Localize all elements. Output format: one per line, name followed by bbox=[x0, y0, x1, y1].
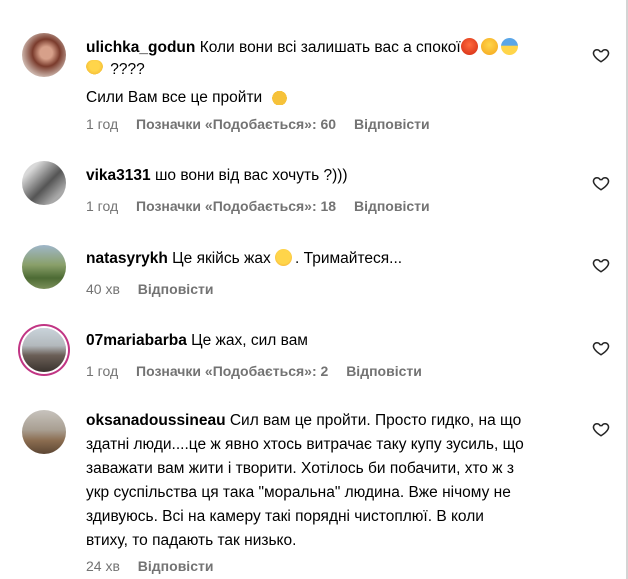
woman-gesturing-icon bbox=[86, 59, 103, 77]
heart-icon[interactable] bbox=[592, 46, 610, 64]
username[interactable]: natasyrykh bbox=[86, 250, 168, 267]
comment-text: natasyrykh Це якійсь жах . Тримайтеся... bbox=[86, 248, 576, 270]
comment-text: 07mariabarba Це жах, сил вам bbox=[86, 330, 576, 352]
reply-button[interactable]: Відповісти bbox=[346, 363, 422, 379]
heart-icon[interactable] bbox=[592, 339, 610, 357]
comment-text-line: Коли вони всі залишать вас а спокої bbox=[199, 39, 461, 56]
likes-count[interactable]: Позначки «Подобається»: 2 bbox=[136, 363, 328, 379]
avatar-story-ring[interactable] bbox=[22, 328, 66, 372]
comment-text-line: втиху, то падають так низько. bbox=[86, 532, 297, 549]
username[interactable]: 07mariabarba bbox=[86, 332, 187, 349]
comment-time[interactable]: 1 год bbox=[86, 198, 118, 214]
avatar[interactable] bbox=[22, 245, 66, 289]
comment-text-line: заважати вам жити і творити. Хотілось би… bbox=[86, 460, 514, 477]
likes-count[interactable]: Позначки «Подобається»: 18 bbox=[136, 198, 336, 214]
comment-text-line: Сили Вам все це пройти bbox=[86, 89, 263, 106]
reply-button[interactable]: Відповісти bbox=[354, 198, 430, 214]
comment-meta: 1 год Позначки «Подобається»: 60 Відпові… bbox=[86, 116, 444, 132]
comment-text: vika3131 шо вони від вас хочуть ?))) bbox=[86, 165, 576, 187]
comment-text-line: здивуюсь. Всі на камеру такі порядні чис… bbox=[86, 508, 484, 525]
flushed-face-icon bbox=[275, 249, 293, 266]
comment-meta: 1 год Позначки «Подобається»: 2 Відповіс… bbox=[86, 363, 436, 379]
comment-time[interactable]: 40 хв bbox=[86, 281, 120, 297]
heart-icon[interactable] bbox=[592, 256, 610, 274]
comment-text-line: здатні люди....це ж явно хтось витрачає … bbox=[86, 436, 524, 453]
reply-button[interactable]: Відповісти bbox=[138, 558, 214, 574]
likes-count[interactable]: Позначки «Подобається»: 60 bbox=[136, 116, 336, 132]
comment-text-line: Це якійсь жах bbox=[172, 250, 271, 267]
comment-text-line: Це жах, сил вам bbox=[191, 332, 308, 349]
comment-time[interactable]: 1 год bbox=[86, 363, 118, 379]
username[interactable]: ulichka_godun bbox=[86, 39, 195, 56]
folded-hands-icon bbox=[270, 88, 288, 105]
comment-text-line: шо вони від вас хочуть ?))) bbox=[154, 167, 348, 184]
heart-icon[interactable] bbox=[592, 420, 610, 438]
screaming-face-icon bbox=[500, 38, 518, 55]
avatar[interactable] bbox=[22, 410, 66, 454]
comment-meta: 24 хв Відповісти bbox=[86, 558, 227, 574]
comment-meta: 40 хв Відповісти bbox=[86, 281, 227, 297]
comment-text: oksanadoussineau Сил вам це пройти. Прос… bbox=[86, 409, 576, 553]
heart-icon[interactable] bbox=[592, 174, 610, 192]
weary-face-icon bbox=[480, 38, 498, 55]
comment-text-line: укр суспільства ця така "моральна" людин… bbox=[86, 484, 511, 501]
cut-off-previous-row bbox=[86, 0, 90, 8]
reply-button[interactable]: Відповісти bbox=[354, 116, 430, 132]
comment-time[interactable]: 1 год bbox=[86, 116, 118, 132]
avatar[interactable] bbox=[22, 33, 66, 77]
comment-text-line: Сил вам це пройти. Просто гидко, на що bbox=[229, 412, 522, 429]
comment-text-line: . Тримайтеся... bbox=[295, 250, 403, 267]
angry-face-icon bbox=[460, 38, 478, 55]
comment-text: ulichka_godun Коли вони всі залишать вас… bbox=[86, 37, 576, 109]
reply-button[interactable]: Відповісти bbox=[138, 281, 214, 297]
comment-time[interactable]: 24 хв bbox=[86, 558, 120, 574]
username[interactable]: vika3131 bbox=[86, 167, 151, 184]
username[interactable]: oksanadoussineau bbox=[86, 412, 226, 429]
comment-text-line: ???? bbox=[106, 60, 145, 78]
avatar[interactable] bbox=[22, 161, 66, 205]
comment-meta: 1 год Позначки «Подобається»: 18 Відпові… bbox=[86, 198, 444, 214]
